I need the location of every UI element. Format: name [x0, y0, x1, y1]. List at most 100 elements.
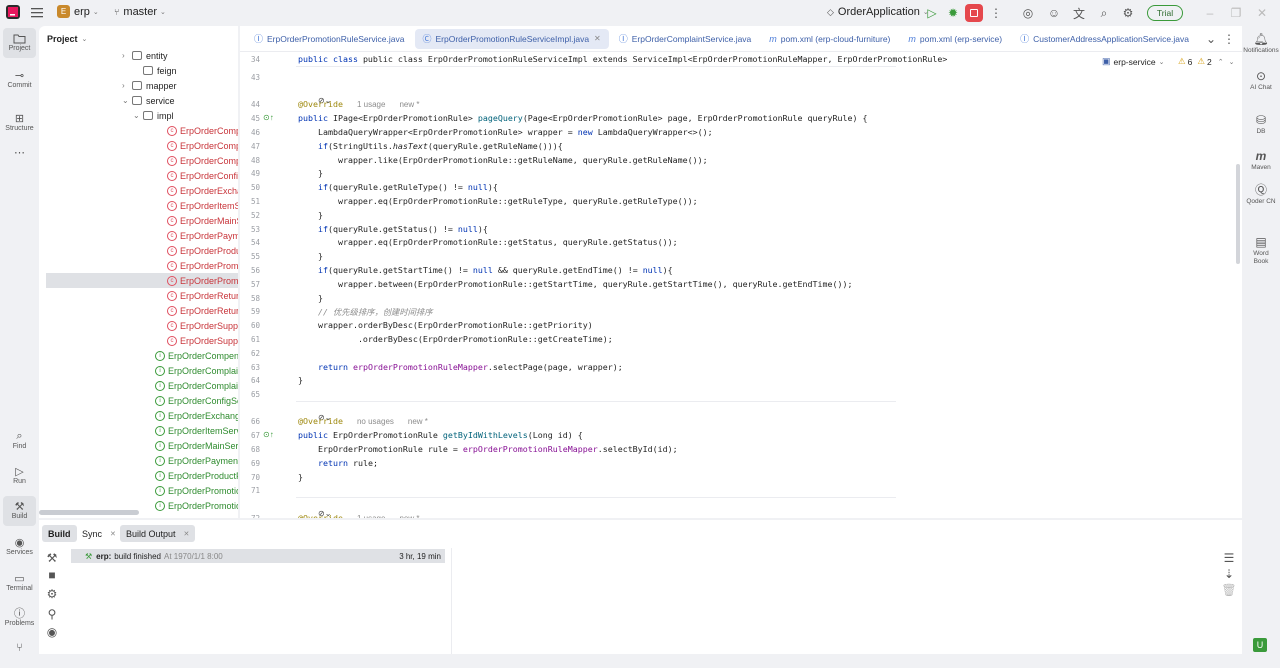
tabs-more-icon[interactable]: ⋮ [1221, 31, 1237, 47]
tree-item[interactable]: iErpOrderPromotion [39, 483, 238, 498]
chevron-down-icon[interactable]: ⌄ [1229, 58, 1235, 66]
vertical-scrollbar[interactable] [1236, 164, 1240, 264]
tab-sync[interactable]: Sync ✕ [76, 525, 122, 542]
editor-tab[interactable]: m pom.xml (erp-service) [900, 29, 1010, 49]
tool-qoder[interactable]: Ⓠ Qoder CN [1244, 182, 1278, 206]
tree-item[interactable]: i ErpOrderMainServi [39, 438, 238, 453]
chevron-up-icon[interactable]: ⌃ [1218, 58, 1224, 66]
search-icon[interactable]: ⌕ [1096, 5, 1112, 21]
author-hint[interactable]: new * [408, 417, 428, 426]
author-hint[interactable]: new * [399, 100, 419, 109]
tool-project[interactable]: Project [3, 28, 36, 58]
more-actions-icon[interactable]: ⋮ [988, 5, 1004, 21]
chevron-down-icon[interactable]: ⌄ [122, 96, 129, 105]
tree-item[interactable]: c ErpOrderConfig [39, 168, 238, 183]
restore-icon[interactable]: ❐ [1228, 5, 1244, 21]
tree-item[interactable]: c ErpOrderMainS [39, 213, 238, 228]
scroll-end-icon[interactable]: ⇣ [1221, 566, 1237, 582]
main-menu-icon[interactable] [29, 5, 45, 21]
tree-item[interactable]: c ErpOrderPromo [39, 258, 238, 273]
tab-build-output[interactable]: Build Output ✕ [120, 525, 196, 542]
hammer-icon[interactable]: ⚒ [44, 550, 60, 566]
tree-item[interactable]: cErpOrderExchan [39, 183, 238, 198]
tree-item[interactable]: i ErpOrderComplaint [39, 378, 238, 393]
tree-item[interactable]: i ErpOrderConfigSer [39, 393, 238, 408]
tool-git[interactable]: ⑂ [3, 638, 36, 668]
tree-package[interactable]: › mapper [39, 78, 238, 93]
tree-item[interactable]: i ErpOrderProductPr [39, 468, 238, 483]
translate-icon[interactable]: 文 [1071, 5, 1087, 21]
copilot-icon[interactable]: ◎ [1020, 5, 1036, 21]
tree-item[interactable]: iErpOrderPaymentS [39, 453, 238, 468]
tree-item[interactable]: c ErpOrderPromo [46, 273, 238, 288]
account-icon[interactable]: ☺ [1046, 5, 1062, 21]
implements-gutter-icon[interactable]: ⊙↑ [263, 113, 274, 122]
tree-package[interactable]: ⌄ service [39, 93, 238, 108]
tree-package[interactable]: › entity [39, 48, 238, 63]
chevron-right-icon[interactable]: › [122, 51, 127, 60]
tree-item[interactable]: c ErpOrderCompl [39, 153, 238, 168]
wrap-icon[interactable]: ☰ [1221, 550, 1237, 566]
splitter[interactable] [451, 548, 452, 654]
tree-package[interactable]: feign [39, 63, 238, 78]
tree-item[interactable]: cErpOrderItemSe [39, 198, 238, 213]
usage-hint[interactable]: 1 usage [357, 514, 385, 518]
tool-run[interactable]: ▷ Run [3, 461, 36, 491]
tool-services[interactable]: ◉ Services [3, 532, 36, 562]
trial-button[interactable]: Trial [1147, 5, 1183, 21]
tree-item[interactable]: iErpOrderExchangeS [39, 408, 238, 423]
implements-gutter-icon[interactable]: ⊙↑ [263, 430, 274, 439]
tool-maven[interactable]: m Maven [1244, 148, 1278, 172]
tool-structure[interactable]: ⊞ Structure [3, 108, 36, 138]
tree-item[interactable]: cErpOrderSupplie [39, 318, 238, 333]
tree-item[interactable]: c ErpOrderReturn [39, 303, 238, 318]
clear-icon[interactable]: 🗑︎ [1221, 582, 1237, 598]
author-hint[interactable]: new * [399, 514, 419, 518]
close-tab-icon[interactable]: ✕ [110, 530, 116, 538]
settings-icon[interactable]: ⚙ [44, 586, 60, 602]
tool-wordbook[interactable]: ▤ Word Book [1244, 234, 1278, 266]
tree-item[interactable]: cErpOrderSupplie [39, 333, 238, 348]
usage-hint[interactable]: 1 usage [357, 100, 385, 109]
tool-commit[interactable]: ⊸ Commit [3, 65, 36, 95]
tree-item[interactable]: cErpOrderProduc [39, 243, 238, 258]
tree-item[interactable]: i ErpOrderComplaint [39, 363, 238, 378]
chevron-down-icon[interactable]: ⌄ [133, 111, 140, 120]
tool-build[interactable]: ⚒ Build [3, 496, 36, 526]
run-config-selector[interactable]: ◇ OrderApplication ⌄ [827, 6, 929, 18]
tool-db[interactable]: ⛁ DB [1244, 112, 1278, 136]
debug-icon[interactable]: ✹ [945, 5, 961, 21]
editor-tab[interactable]: m pom.xml (erp-cloud-furniture) [761, 29, 898, 49]
close-window-icon[interactable]: ✕ [1254, 5, 1270, 21]
pin-icon[interactable]: ⚲ [44, 606, 60, 622]
tool-notifications[interactable]: 🔔︎ Notifications [1243, 31, 1278, 55]
minimize-icon[interactable]: – [1202, 5, 1218, 21]
project-switcher[interactable]: E erp ⌄ [57, 5, 99, 18]
horizontal-scrollbar[interactable] [39, 510, 139, 515]
editor-tab[interactable]: Ⓘ ErpOrderPromotionRuleService.java [246, 29, 413, 49]
editor-tab[interactable]: Ⓘ CustomerAddressApplicationService.java [1012, 29, 1197, 49]
plugin-status-icon[interactable]: U [1253, 638, 1267, 652]
inspection-widget[interactable]: ⚠ 6 ⚠ 2 ⌃ ⌄ [1178, 56, 1234, 67]
tree-item[interactable]: i ErpOrderCompens [39, 348, 238, 363]
tree-item[interactable]: c ErpOrderPaym [39, 228, 238, 243]
branch-switcher[interactable]: ⑂ master ⌄ [114, 6, 166, 18]
eye-icon[interactable]: ◉ [44, 624, 60, 640]
tool-ai-chat[interactable]: ⊙ AI Chat [1244, 68, 1278, 92]
tree-item[interactable]: c ErpOrderReturn [39, 288, 238, 303]
chevron-right-icon[interactable]: › [122, 81, 127, 90]
usage-hint[interactable]: no usages [357, 417, 394, 426]
stop-icon[interactable]: ■ [44, 567, 60, 583]
editor-tab[interactable]: Ⓘ ErpOrderComplaintService.java [611, 29, 760, 49]
tabs-dropdown-icon[interactable]: ⌄ [1203, 31, 1219, 47]
stop-button[interactable] [965, 4, 983, 22]
tree-package[interactable]: ⌄ impl [39, 108, 238, 123]
tool-more[interactable]: ⋯ [3, 142, 36, 172]
build-result-row[interactable]: ⚒ erp: build finished At 1970/1/1 8:00 3… [71, 549, 445, 563]
tool-find[interactable]: ⌕ Find [3, 426, 36, 456]
module-selector[interactable]: ▣ erp-service ⌄ [1102, 56, 1164, 67]
run-icon[interactable]: ▷ [924, 5, 940, 21]
settings-icon[interactable]: ⚙ [1120, 5, 1136, 21]
tab-build[interactable]: Build [42, 525, 77, 542]
tool-terminal[interactable]: ▭ Terminal [3, 568, 36, 598]
